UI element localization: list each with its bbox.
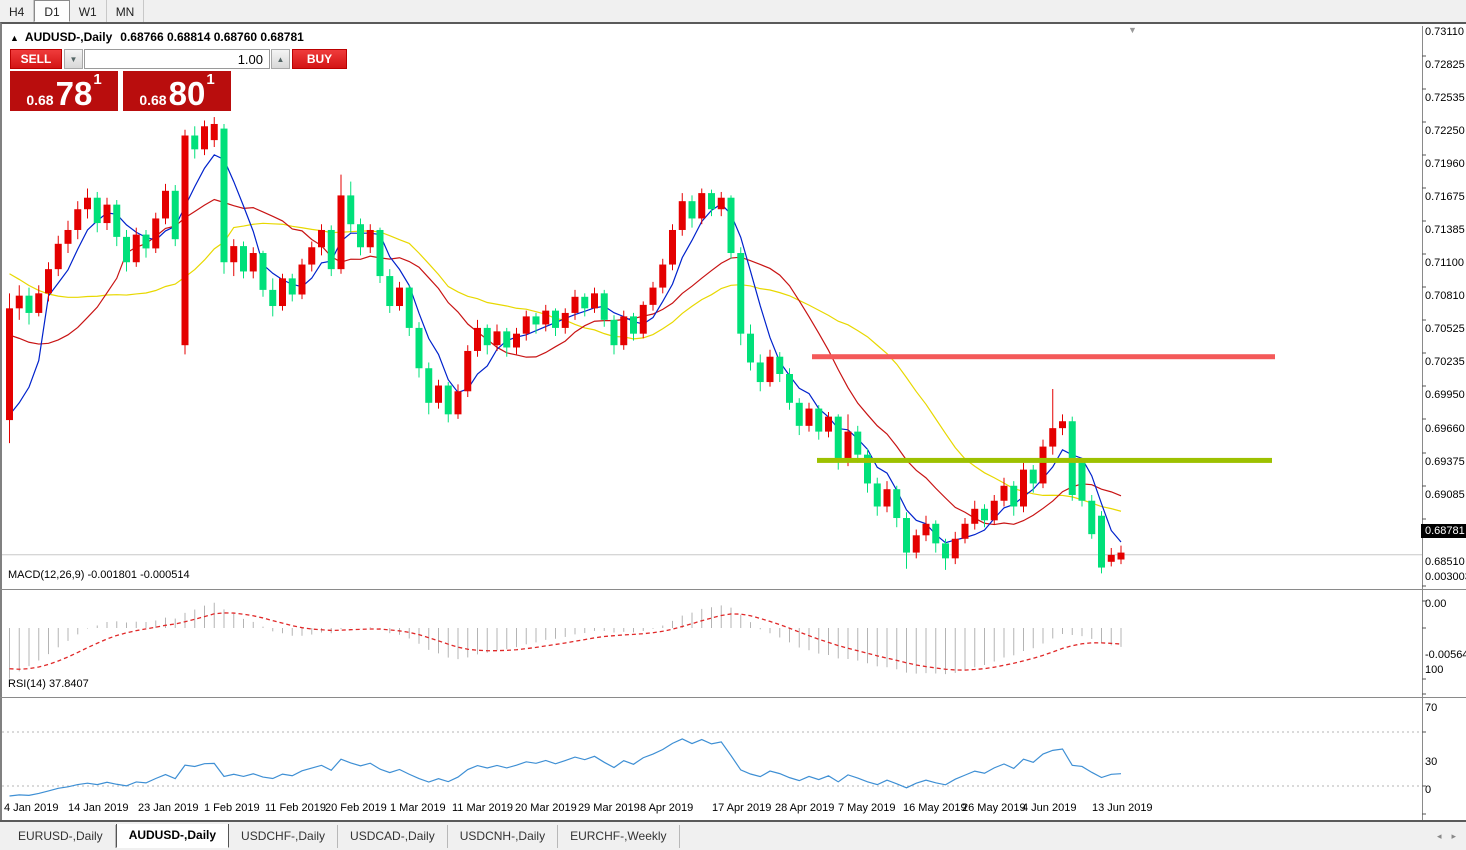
price-axis-label: 0.71960 xyxy=(1425,158,1465,170)
date-axis-label: 11 Feb 2019 xyxy=(265,802,326,814)
symbol-tab-audusddaily[interactable]: AUDUSD-,Daily xyxy=(116,824,229,848)
rsi-indicator-label: RSI(14) 37.8407 xyxy=(8,678,89,690)
date-axis-label: 11 Mar 2019 xyxy=(452,802,513,814)
tab-scroll-right-icon[interactable]: ▸ xyxy=(1451,831,1456,842)
trading-app: H4D1W1MN ▼ ▲ AUDUSD-,Daily 0.68766 0.68814… xyxy=(0,0,1466,848)
sell-price-prefix: 0.68 xyxy=(26,93,53,107)
buy-price-pip: 1 xyxy=(206,65,214,95)
buy-price-main: 80 xyxy=(169,81,206,107)
price-axis-label: 0.70525 xyxy=(1425,323,1465,335)
buy-price-prefix: 0.68 xyxy=(139,93,166,107)
volume-decrease-button[interactable]: ▼ xyxy=(64,49,83,69)
chart-title: ▲ AUDUSD-,Daily 0.68766 0.68814 0.68760 0.… xyxy=(10,30,304,44)
rsi-axis-label: 30 xyxy=(1425,756,1437,768)
sell-price-main: 78 xyxy=(56,81,93,107)
timeframe-tab-d1[interactable]: D1 xyxy=(34,0,69,22)
candles xyxy=(6,117,1125,573)
date-axis-label: 13 Jun 2019 xyxy=(1092,802,1153,814)
symbol-tab-usdchfdaily[interactable]: USDCHF-,Daily xyxy=(229,825,338,848)
chart-symbol-label: AUDUSD-,Daily xyxy=(25,30,112,44)
symbol-tab-eurusddaily[interactable]: EURUSD-,Daily xyxy=(6,825,116,848)
chart-window: ▼ ▲ AUDUSD-,Daily 0.68766 0.68814 0.68760 … xyxy=(0,22,1466,820)
rsi-axis-label: 100 xyxy=(1425,664,1443,676)
buy-button[interactable]: BUY xyxy=(292,49,347,69)
expand-triangle-icon[interactable]: ▲ xyxy=(10,33,19,43)
window-collapse-icon[interactable]: ▼ xyxy=(1128,26,1137,35)
ma-slow-line xyxy=(10,223,1122,511)
rsi-axis-label: 0 xyxy=(1425,784,1431,796)
tab-scroll-left-icon[interactable]: ◂ xyxy=(1437,831,1442,842)
macd-axis-label: 0.003003 xyxy=(1425,571,1466,583)
macd-indicator-label: MACD(12,26,9) -0.001801 -0.000514 xyxy=(8,569,190,581)
date-axis-label: 14 Jan 2019 xyxy=(68,802,129,814)
date-axis-label: 16 May 2019 xyxy=(903,802,967,814)
price-axis-label: 0.68510 xyxy=(1425,556,1465,568)
price-axis-label: 0.72535 xyxy=(1425,92,1465,104)
one-click-trade-panel: SELL ▼ ▲ BUY 0.68781 0.68801 xyxy=(10,49,232,111)
date-axis-label: 20 Feb 2019 xyxy=(325,802,387,814)
sell-price-pip: 1 xyxy=(93,65,101,95)
price-axis-label: 0.71100 xyxy=(1425,257,1464,269)
support-line[interactable] xyxy=(817,458,1272,463)
price-axis-label: 0.70810 xyxy=(1425,290,1465,302)
symbol-tabs: EURUSD-,DailyAUDUSD-,DailyUSDCHF-,DailyU… xyxy=(6,824,1437,848)
date-axis-label: 1 Mar 2019 xyxy=(390,802,446,814)
price-axis-label: 0.71675 xyxy=(1425,191,1465,203)
date-axis-label: 29 Mar 2019 xyxy=(578,802,640,814)
symbol-tab-usdcaddaily[interactable]: USDCAD-,Daily xyxy=(338,825,448,848)
symbol-tabbar: EURUSD-,DailyAUDUSD-,DailyUSDCHF-,DailyU… xyxy=(0,820,1466,848)
price-axis-label: 0.73110 xyxy=(1425,26,1464,38)
timeframe-tab-w1[interactable]: W1 xyxy=(70,0,107,22)
date-axis-label: 8 Apr 2019 xyxy=(640,802,693,814)
date-axis-label: 28 Apr 2019 xyxy=(775,802,834,814)
date-axis-label: 4 Jan 2019 xyxy=(4,802,58,814)
date-axis-label: 4 Jun 2019 xyxy=(1022,802,1076,814)
rsi-axis-label: 70 xyxy=(1425,702,1437,714)
date-axis-label: 7 May 2019 xyxy=(838,802,895,814)
price-axis-label: 0.69950 xyxy=(1425,389,1465,401)
volume-increase-button[interactable]: ▲ xyxy=(271,49,290,69)
macd-axis-label: 0.00 xyxy=(1425,598,1446,610)
timeframe-toolbar: H4D1W1MN xyxy=(0,0,1466,23)
price-axis-label: 0.71385 xyxy=(1425,224,1465,236)
current-price-tag: 0.68781 xyxy=(1421,524,1466,538)
tab-scroll-buttons: ◂ ▸ xyxy=(1437,831,1456,842)
sell-price-box[interactable]: 0.68781 xyxy=(10,71,118,111)
volume-input[interactable] xyxy=(84,49,270,69)
symbol-tab-usdcnhdaily[interactable]: USDCNH-,Daily xyxy=(448,825,558,848)
chart-ohlc-values: 0.68766 0.68814 0.68760 0.68781 xyxy=(120,30,304,44)
date-axis-label: 20 Mar 2019 xyxy=(515,802,577,814)
macd-signal-line xyxy=(10,613,1122,670)
timeframe-tab-h4[interactable]: H4 xyxy=(0,0,34,22)
price-axis-label: 0.69085 xyxy=(1425,489,1465,501)
macd-axis-label: -0.005648 xyxy=(1425,649,1466,661)
date-axis-label: 26 May 2019 xyxy=(962,802,1026,814)
date-axis-label: 1 Feb 2019 xyxy=(204,802,260,814)
rsi-line xyxy=(10,739,1122,796)
chart-graphics xyxy=(0,26,1466,829)
sell-button[interactable]: SELL xyxy=(10,49,62,69)
symbol-tab-eurchfweekly[interactable]: EURCHF-,Weekly xyxy=(558,825,679,848)
date-axis-label: 17 Apr 2019 xyxy=(712,802,771,814)
price-axis-label: 0.70235 xyxy=(1425,356,1465,368)
date-axis-label: 23 Jan 2019 xyxy=(138,802,199,814)
chart-canvas xyxy=(0,24,1466,850)
buy-price-box[interactable]: 0.68801 xyxy=(123,71,231,111)
macd-histogram xyxy=(10,603,1122,679)
resistance-line[interactable] xyxy=(812,354,1275,359)
price-axis-label: 0.69660 xyxy=(1425,423,1465,435)
ma-mid-line xyxy=(10,199,1122,524)
timeframe-tab-mn[interactable]: MN xyxy=(107,0,145,22)
price-axis-label: 0.72250 xyxy=(1425,125,1465,137)
price-axis-label: 0.72825 xyxy=(1425,59,1465,71)
price-axis-label: 0.69375 xyxy=(1425,456,1465,468)
